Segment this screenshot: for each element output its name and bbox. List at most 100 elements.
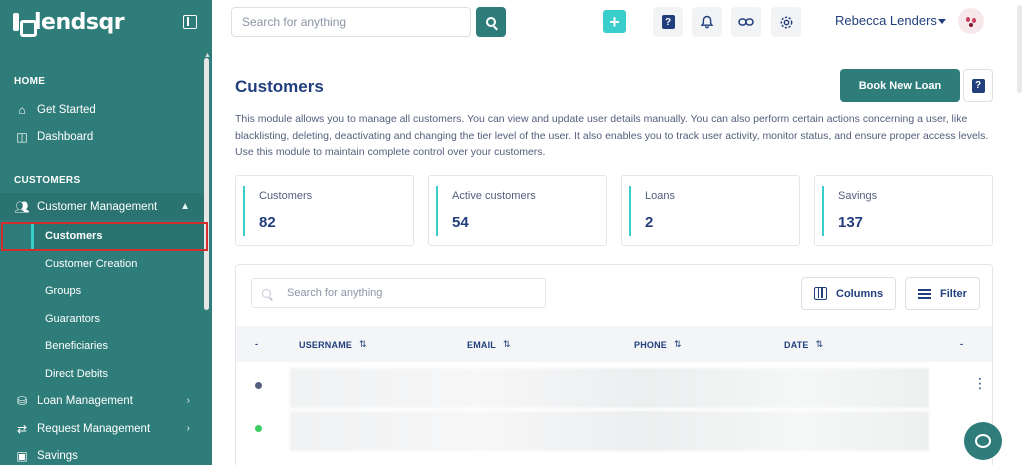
header-label: EMAIL <box>467 339 496 350</box>
sidebar-item-label: Groups <box>45 284 82 297</box>
sidebar-item-label: Dashboard <box>37 130 94 143</box>
home-icon: ⌂ <box>18 102 26 117</box>
notifications-button[interactable] <box>692 7 722 37</box>
blurred-row-content <box>290 368 929 408</box>
section-heading-home: HOME <box>14 76 46 87</box>
page-scrollbar[interactable] <box>1017 5 1022 93</box>
avatar[interactable] <box>958 8 984 34</box>
table-search-input[interactable]: Search for anything <box>251 278 546 308</box>
sort-icon[interactable]: ⇅ <box>816 339 824 350</box>
link-button[interactable] <box>731 7 761 37</box>
header-status: - <box>255 339 259 349</box>
table-row[interactable] <box>236 408 992 451</box>
status-dot <box>255 382 262 389</box>
stat-label: Loans <box>645 190 675 202</box>
sidebar-scrollbar[interactable] <box>204 58 209 310</box>
sidebar-item-savings[interactable]: ▣ Savings <box>0 442 204 465</box>
header-email[interactable]: EMAIL ⇅ <box>467 339 511 350</box>
page-title: Customers <box>235 77 324 96</box>
status-dot <box>255 425 262 432</box>
settings-button[interactable] <box>771 7 801 37</box>
stat-card-savings: Savings 137 <box>814 175 993 246</box>
stat-value: 2 <box>645 214 654 231</box>
sidebar-subitem-groups[interactable]: Groups <box>31 277 204 304</box>
sidebar-item-loan-management[interactable]: ⛁ Loan Management › <box>0 387 204 414</box>
stat-card-active-customers: Active customers 54 <box>428 175 607 246</box>
stat-label: Customers <box>259 190 313 202</box>
chevron-up-icon: ▲ <box>180 201 190 212</box>
chat-support-button[interactable] <box>964 422 1002 460</box>
more-options-icon[interactable]: ⋮ <box>973 376 987 390</box>
gear-icon <box>780 16 792 28</box>
sidebar-subitem-customer-creation[interactable]: Customer Creation <box>31 250 204 277</box>
sidebar-item-get-started[interactable]: ⌂ Get Started <box>0 96 204 123</box>
loan-icon: ⛁ <box>16 393 28 408</box>
columns-label: Columns <box>836 287 884 300</box>
book-new-loan-button[interactable]: Book New Loan <box>840 69 960 102</box>
header-label: USERNAME <box>299 339 353 350</box>
filter-icon <box>918 288 931 299</box>
logo[interactable]: lendsqr <box>13 9 125 37</box>
bell-icon <box>700 15 714 29</box>
header-date[interactable]: DATE ⇅ <box>784 339 823 350</box>
page-description: This module allows you to manage all cus… <box>235 113 989 158</box>
table-search-placeholder: Search for anything <box>287 287 383 299</box>
customers-table-panel: Search for anything Columns Filter - USE… <box>235 264 993 465</box>
page-help-button[interactable]: ? <box>963 69 993 102</box>
search-icon <box>486 17 496 27</box>
header-phone[interactable]: PHONE ⇅ <box>634 339 682 350</box>
user-name[interactable]: Rebecca Lenders <box>835 13 937 28</box>
request-icon: ⇄ <box>16 421 28 436</box>
section-heading-customers: CUSTOMERS <box>14 175 81 186</box>
sidebar-item-request-management[interactable]: ⇄ Request Management › <box>0 415 204 442</box>
stat-value: 82 <box>259 214 276 231</box>
dashboard-icon: ◫ <box>16 129 28 144</box>
sidebar-collapse-icon[interactable] <box>183 15 197 29</box>
sidebar-subitem-beneficiaries[interactable]: Beneficiaries <box>31 332 204 359</box>
columns-icon <box>814 287 827 300</box>
sidebar-item-label: Guarantors <box>45 312 101 325</box>
sidebar-item-label: Direct Debits <box>45 367 108 380</box>
logo-text: lendsqr <box>34 9 125 35</box>
users-icon: 👥︎ <box>14 199 30 214</box>
global-search-input[interactable]: Search for anything <box>231 7 471 37</box>
chevron-right-icon: › <box>186 395 190 406</box>
link-icon <box>738 18 754 26</box>
add-button[interactable]: + <box>603 10 626 33</box>
help-icon: ? <box>971 78 985 93</box>
caret-down-icon[interactable] <box>938 19 946 24</box>
stat-card-customers: Customers 82 <box>235 175 414 246</box>
sidebar-item-label: Customer Creation <box>45 257 138 270</box>
sidebar-item-label: Get Started <box>37 103 96 116</box>
stat-value: 137 <box>838 214 864 231</box>
sidebar: lendsqr ▲ HOME ⌂ Get Started ◫ Dashboard… <box>0 0 212 465</box>
filter-button[interactable]: Filter <box>905 277 980 310</box>
chevron-right-icon: › <box>186 423 190 434</box>
header-label: DATE <box>784 339 809 350</box>
stat-label: Active customers <box>452 190 536 202</box>
sidebar-item-label: Customer Management <box>37 200 158 213</box>
sidebar-item-label: Loan Management <box>37 394 133 407</box>
savings-icon: ▣ <box>16 448 28 463</box>
sort-icon[interactable]: ⇅ <box>359 339 367 350</box>
sidebar-subitem-direct-debits[interactable]: Direct Debits <box>31 360 204 387</box>
help-button[interactable]: ? <box>653 7 683 37</box>
sidebar-item-label: Request Management <box>37 422 151 435</box>
header-label: PHONE <box>634 339 668 350</box>
sort-icon[interactable]: ⇅ <box>674 339 682 350</box>
columns-button[interactable]: Columns <box>801 277 897 310</box>
blurred-row-content <box>290 411 929 451</box>
search-icon <box>262 288 271 298</box>
header-username[interactable]: USERNAME ⇅ <box>299 339 367 350</box>
filter-label: Filter <box>940 287 967 300</box>
table-row[interactable]: ⋮ <box>236 365 992 408</box>
sidebar-item-dashboard[interactable]: ◫ Dashboard <box>0 123 204 150</box>
stat-value: 54 <box>452 214 469 231</box>
sidebar-subitem-guarantors[interactable]: Guarantors <box>31 305 204 332</box>
table-header: - USERNAME ⇅ EMAIL ⇅ PHONE ⇅ DATE ⇅ - <box>236 326 992 362</box>
sidebar-item-customer-management[interactable]: 👥︎ Customer Management ▲ <box>0 193 204 220</box>
sort-icon[interactable]: ⇅ <box>503 339 511 350</box>
search-button[interactable] <box>476 7 506 37</box>
stat-card-loans: Loans 2 <box>621 175 800 246</box>
sidebar-item-label: Beneficiaries <box>45 339 108 352</box>
